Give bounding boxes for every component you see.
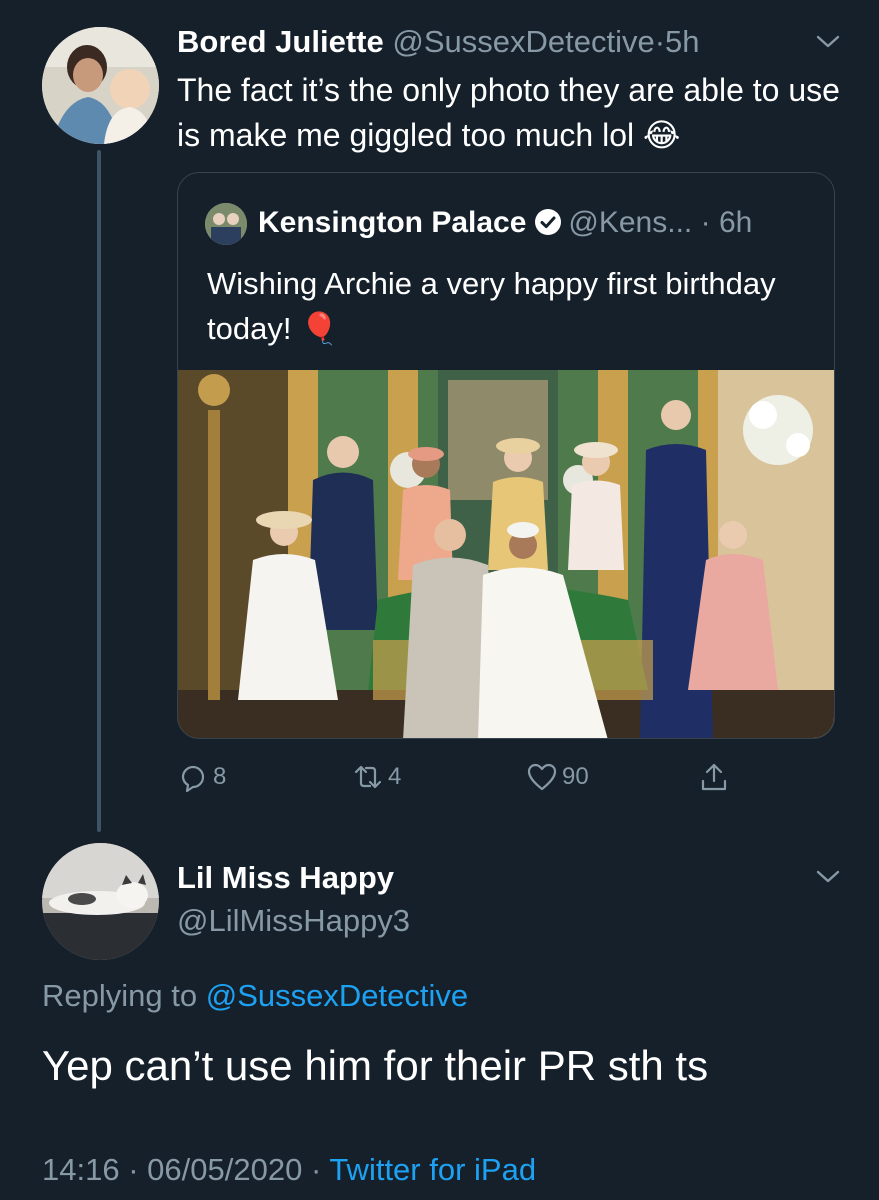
tweet-header: Bored Juliette @SussexDetective·5h: [177, 24, 700, 60]
profile-photo: [42, 27, 159, 144]
replying-to: Replying to @SussexDetective: [42, 978, 468, 1014]
replying-label: Replying to: [42, 978, 198, 1013]
quoted-username: @Kens...: [568, 206, 693, 239]
chevron-down-icon[interactable]: [813, 862, 843, 897]
like-count: 90: [562, 763, 589, 790]
reply-count: 8: [213, 763, 227, 790]
laughing-emoji: 😂: [643, 117, 681, 153]
avatar[interactable]: [42, 843, 159, 960]
source-link[interactable]: Twitter for iPad: [329, 1152, 536, 1187]
separator: ·: [128, 1152, 139, 1187]
quoted-avatar: [205, 203, 247, 245]
quoted-tweet[interactable]: Kensington Palace @Kens... · 6h Wishing A…: [177, 172, 835, 739]
reply-icon: [181, 765, 205, 793]
heart-icon: [527, 763, 557, 791]
username[interactable]: @LilMissHappy3: [177, 903, 410, 939]
retweet-count: 4: [388, 763, 402, 790]
tweet-meta: 14:16 · 06/05/2020 · Twitter for iPad: [42, 1152, 536, 1188]
cat-profile-photo: [42, 843, 159, 960]
tweet-body: The fact it’s the only photo they are ab…: [177, 72, 840, 153]
thread-line: [97, 150, 101, 832]
reply-button[interactable]: 8: [177, 757, 226, 797]
display-name[interactable]: Bored Juliette: [177, 24, 384, 59]
quoted-timestamp: 6h: [718, 206, 753, 239]
tweet-time: 14:16: [42, 1152, 120, 1187]
tweet-date: 06/05/2020: [147, 1152, 303, 1187]
chevron-down-icon[interactable]: [813, 27, 843, 62]
family-portrait-image: [178, 370, 834, 738]
mention-link[interactable]: @SussexDetective: [206, 978, 468, 1013]
quoted-body: Wishing Archie a very happy first birthd…: [207, 266, 776, 346]
quoted-text: Wishing Archie a very happy first birthd…: [207, 261, 807, 351]
verified-badge-icon: [534, 207, 562, 235]
tweet-text: Yep can’t use him for their PR sth ts: [42, 1042, 709, 1089]
username[interactable]: @SussexDetective: [392, 24, 654, 59]
quoted-header: Kensington Palace @Kens... · 6h: [258, 203, 752, 243]
tweet-text: The fact it’s the only photo they are ab…: [177, 68, 857, 158]
separator: ·: [654, 24, 666, 59]
share-icon: [701, 763, 727, 791]
separator: ·: [700, 206, 711, 239]
timestamp[interactable]: 5h: [665, 24, 699, 59]
retweet-button[interactable]: 4: [352, 757, 401, 797]
share-button[interactable]: [698, 757, 734, 797]
avatar[interactable]: [42, 27, 159, 144]
quoted-display-name: Kensington Palace: [258, 206, 527, 239]
like-button[interactable]: 90: [526, 757, 589, 797]
separator: ·: [310, 1152, 322, 1187]
balloon-emoji: 🎈: [300, 311, 339, 346]
tweet-photo[interactable]: [178, 370, 834, 738]
retweet-icon: [354, 765, 382, 789]
display-name[interactable]: Lil Miss Happy: [177, 860, 394, 896]
